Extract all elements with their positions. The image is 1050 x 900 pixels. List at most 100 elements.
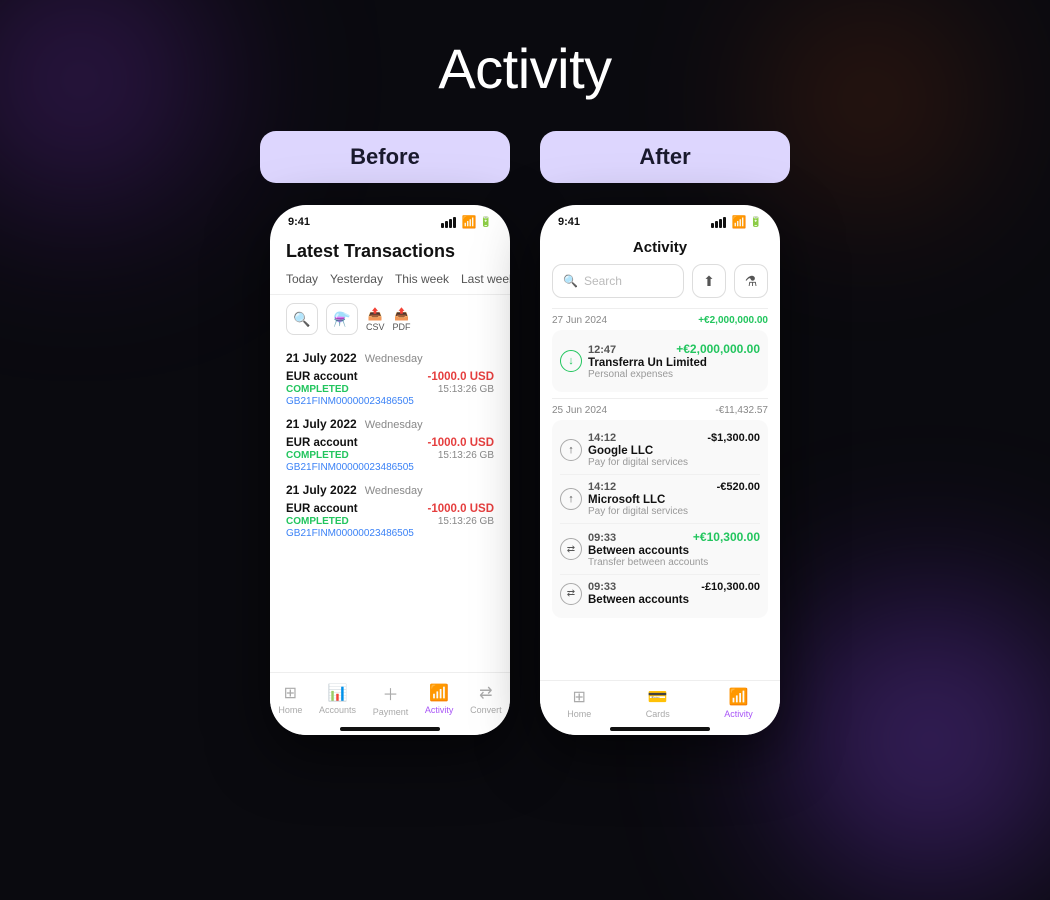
transactions-list-before: 21 July 2022 Wednesday EUR account -1000… bbox=[270, 343, 510, 672]
after-txn-sub-3: Pay for digital services bbox=[588, 506, 760, 517]
signal-bars-after bbox=[711, 217, 726, 228]
txn-status-3: COMPLETED bbox=[286, 516, 349, 527]
section-total-2: -€11,432.57 bbox=[715, 405, 768, 416]
nav-home-after[interactable]: ⊞ Home bbox=[567, 687, 591, 719]
txn-amount-2: -1000.0 USD bbox=[428, 437, 494, 449]
tab-this-week[interactable]: This week bbox=[395, 272, 449, 286]
after-txn-name-3: Microsoft LLC bbox=[588, 494, 760, 506]
status-time-before: 9:41 bbox=[288, 216, 310, 228]
wifi-icon: 📶 bbox=[462, 215, 477, 229]
home-icon: ⊞ bbox=[284, 683, 297, 703]
bg-blob-topright bbox=[770, 0, 970, 200]
txn-item-2[interactable]: EUR account -1000.0 USD COMPLETED 15:13:… bbox=[286, 437, 494, 473]
section-total-1: +€2,000,000.00 bbox=[698, 315, 768, 326]
after-txn-name-2: Google LLC bbox=[588, 445, 760, 457]
section-header-2: 25 Jun 2024 -€11,432.57 bbox=[552, 398, 768, 420]
after-txn-1[interactable]: ↓ 12:47 +€2,000,000.00 Transferra Un Lim… bbox=[560, 336, 760, 386]
filter-button-before[interactable]: ⚗️ bbox=[326, 303, 358, 335]
section-card-1: ↓ 12:47 +€2,000,000.00 Transferra Un Lim… bbox=[552, 330, 768, 392]
txn-icon-2: ↑ bbox=[560, 439, 582, 461]
tab-yesterday[interactable]: Yesterday bbox=[330, 272, 383, 286]
after-txn-amount-2: -$1,300.00 bbox=[707, 432, 760, 444]
txn-status-2: COMPLETED bbox=[286, 450, 349, 461]
filter-icon: ⚗ bbox=[745, 273, 758, 290]
txn-account-3: EUR account bbox=[286, 503, 358, 515]
tab-today[interactable]: Today bbox=[286, 272, 318, 286]
section-card-2: ↑ 14:12 -$1,300.00 Google LLC Pay for di… bbox=[552, 420, 768, 618]
nav-convert-before[interactable]: ⇄ Convert bbox=[470, 683, 502, 715]
nav-cards-after-label: Cards bbox=[646, 709, 670, 719]
txn-status-1: COMPLETED bbox=[286, 384, 349, 395]
home-indicator-after bbox=[540, 729, 780, 735]
wifi-icon-after: 📶 bbox=[732, 215, 747, 229]
after-txn-amount-3: -€520.00 bbox=[717, 481, 760, 493]
date-main-3: 21 July 2022 bbox=[286, 483, 357, 497]
nav-payment-before[interactable]: ＋ Payment bbox=[373, 681, 409, 717]
nav-activity-before[interactable]: 📶 Activity bbox=[425, 683, 454, 715]
status-bar-before: 9:41 📶 🔋 bbox=[270, 205, 510, 233]
cards-icon-after: 💳 bbox=[648, 687, 668, 707]
filter-button-after[interactable]: ⚗ bbox=[734, 264, 768, 298]
csv-button[interactable]: 📤 CSV bbox=[366, 307, 385, 332]
activity-list: 27 Jun 2024 +€2,000,000.00 ↓ 12:47 +€2,0… bbox=[540, 308, 780, 680]
nav-accounts-before[interactable]: 📊 Accounts bbox=[319, 683, 356, 715]
section-header-1: 27 Jun 2024 +€2,000,000.00 bbox=[552, 308, 768, 330]
txn-amount-1: -1000.0 USD bbox=[428, 371, 494, 383]
status-time-after: 9:41 bbox=[558, 216, 580, 228]
txn-item-1[interactable]: EUR account -1000.0 USD COMPLETED 15:13:… bbox=[286, 371, 494, 407]
search-button-before[interactable]: 🔍 bbox=[286, 303, 318, 335]
bg-blob-bottomright bbox=[770, 580, 1050, 900]
toolbar-before: 🔍 ⚗️ 📤 CSV 📤 PDF bbox=[270, 295, 510, 343]
after-txn-name-1: Transferra Un Limited bbox=[588, 357, 760, 369]
accounts-icon: 📊 bbox=[328, 683, 348, 703]
after-txn-amount-4: +€10,300.00 bbox=[693, 530, 760, 544]
date-sub-3: Wednesday bbox=[365, 485, 423, 497]
bottom-nav-before: ⊞ Home 📊 Accounts ＋ Payment 📶 Activity ⇄… bbox=[270, 672, 510, 729]
status-icons-before: 📶 🔋 bbox=[441, 215, 492, 229]
after-label: After bbox=[540, 131, 790, 183]
after-txn-4[interactable]: ⇄ 09:33 +€10,300.00 Between accounts Tra… bbox=[560, 524, 760, 575]
status-icons-after: 📶 🔋 bbox=[711, 215, 762, 229]
search-input-box[interactable]: 🔍 Search bbox=[552, 264, 684, 298]
nav-cards-after[interactable]: 💳 Cards bbox=[646, 687, 670, 719]
status-bar-after: 9:41 📶 🔋 bbox=[540, 205, 780, 233]
share-icon: ⬆ bbox=[703, 273, 715, 290]
txn-iban-2: GB21FINM00000023486505 bbox=[286, 462, 494, 473]
after-screen-title: Activity bbox=[540, 233, 780, 264]
pdf-button[interactable]: 📤 PDF bbox=[393, 307, 411, 332]
tab-bar-before[interactable]: Today Yesterday This week Last week Th..… bbox=[270, 268, 510, 295]
after-txn-time-3: 14:12 bbox=[588, 481, 616, 493]
before-label: Before bbox=[260, 131, 510, 183]
activity-icon: 📶 bbox=[429, 683, 449, 703]
section-date-2: 25 Jun 2024 bbox=[552, 405, 607, 416]
after-txn-name-5: Between accounts bbox=[588, 594, 760, 606]
nav-home-after-label: Home bbox=[567, 709, 591, 719]
after-txn-amount-5: -£10,300.00 bbox=[701, 581, 760, 593]
battery-icon-after: 🔋 bbox=[750, 217, 762, 228]
tab-last-week[interactable]: Last week bbox=[461, 272, 510, 286]
txn-iban-1: GB21FINM00000023486505 bbox=[286, 396, 494, 407]
after-txn-2[interactable]: ↑ 14:12 -$1,300.00 Google LLC Pay for di… bbox=[560, 426, 760, 475]
nav-activity-after[interactable]: 📶 Activity bbox=[724, 687, 753, 719]
txn-time-2: 15:13:26 GB bbox=[438, 450, 494, 461]
after-txn-time-2: 14:12 bbox=[588, 432, 616, 444]
after-txn-3[interactable]: ↑ 14:12 -€520.00 Microsoft LLC Pay for d… bbox=[560, 475, 760, 524]
search-toolbar: 🔍 Search ⬆ ⚗ bbox=[540, 264, 780, 308]
txn-item-3[interactable]: EUR account -1000.0 USD COMPLETED 15:13:… bbox=[286, 503, 494, 539]
txn-account-1: EUR account bbox=[286, 371, 358, 383]
date-header-2: 21 July 2022 Wednesday bbox=[286, 417, 494, 431]
after-phone: 9:41 📶 🔋 Activity 🔍 Search ⬆ bbox=[540, 205, 780, 735]
bg-blob-topleft bbox=[0, 0, 220, 220]
nav-home-before[interactable]: ⊞ Home bbox=[278, 683, 302, 715]
date-main-2: 21 July 2022 bbox=[286, 417, 357, 431]
bottom-nav-after: ⊞ Home 💳 Cards 📶 Activity bbox=[540, 680, 780, 729]
search-placeholder: Search bbox=[584, 274, 622, 288]
after-txn-time-4: 09:33 bbox=[588, 532, 616, 544]
share-button[interactable]: ⬆ bbox=[692, 264, 726, 298]
phones-row: 9:41 📶 🔋 Latest Transactions Today Yeste… bbox=[270, 205, 780, 735]
after-txn-5[interactable]: ⇄ 09:33 -£10,300.00 Between accounts bbox=[560, 575, 760, 612]
nav-accounts-label: Accounts bbox=[319, 705, 356, 715]
txn-icon-3: ↑ bbox=[560, 488, 582, 510]
after-txn-sub-4: Transfer between accounts bbox=[588, 557, 760, 568]
activity-icon-after: 📶 bbox=[729, 687, 749, 707]
